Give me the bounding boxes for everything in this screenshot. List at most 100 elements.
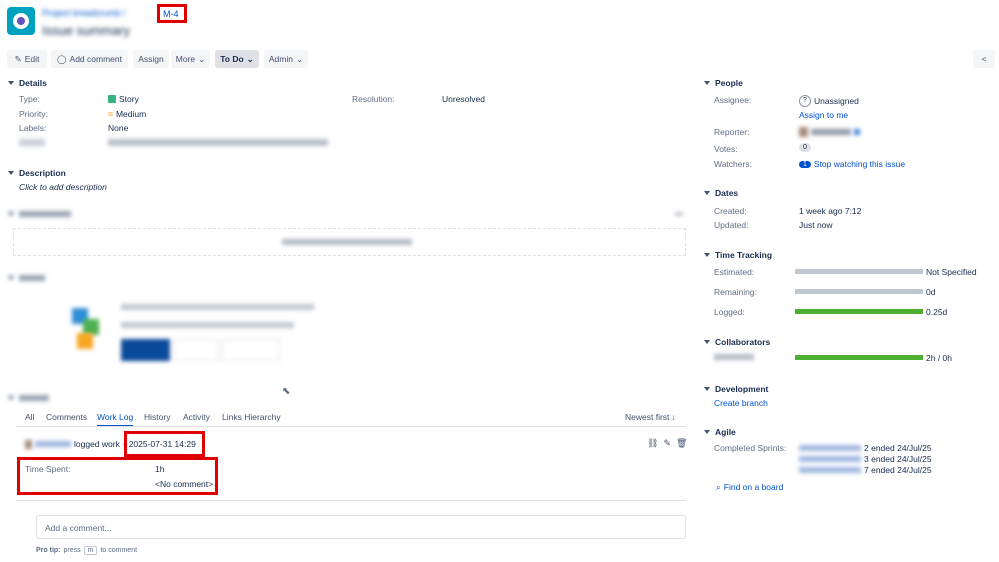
assignee-text: Unassigned	[814, 96, 859, 106]
activity-heading[interactable]	[8, 395, 49, 401]
sprint-item[interactable]: 3 ended 24/Jul/25	[799, 454, 932, 464]
user-avatar	[25, 439, 32, 449]
attachment-dropzone[interactable]	[13, 228, 686, 256]
time-tracking-heading[interactable]: Time Tracking	[704, 250, 772, 260]
tab-comments[interactable]: Comments	[46, 412, 87, 422]
dates-heading[interactable]: Dates	[704, 188, 738, 198]
assign-button[interactable]: Assign	[133, 50, 169, 68]
created-label: Created:	[714, 206, 747, 216]
log-time-button[interactable]	[121, 339, 170, 361]
labels-value[interactable]: None	[108, 123, 128, 133]
edit-icon[interactable]: ✎	[663, 438, 671, 449]
estimated-value: Not Specified	[926, 267, 977, 277]
status-todo-button[interactable]: To Do ⌄	[215, 50, 259, 68]
details-heading[interactable]: Details	[8, 78, 47, 88]
breadcrumb-project[interactable]: Project breadcrumb	[42, 8, 121, 18]
find-on-board-label: Find on a board	[723, 482, 784, 492]
description-placeholder[interactable]: Click to add description	[19, 182, 107, 192]
watchers-count: 1	[799, 160, 811, 168]
development-heading[interactable]: Development	[704, 384, 768, 394]
more-label: More	[175, 54, 196, 64]
project-avatar[interactable]	[7, 7, 35, 35]
agile-heading-label: Agile	[715, 427, 736, 437]
stop-watching-link[interactable]: Stop watching this issue	[814, 159, 905, 169]
sprint-item[interactable]: 7 ended 24/Jul/25	[799, 465, 932, 475]
issue-summary[interactable]: Issue summary	[42, 23, 130, 38]
resolution-label: Resolution:	[352, 94, 395, 104]
collapse-icon	[704, 253, 710, 257]
type-text: Story	[119, 94, 139, 104]
more-button[interactable]: More ⌄	[171, 50, 210, 68]
details-heading-label: Details	[19, 78, 47, 88]
add-comment-button[interactable]: ◯ Add comment	[51, 50, 128, 68]
plan-time-button[interactable]	[173, 339, 219, 361]
find-on-board-link[interactable]: ⌕ Find on a board	[716, 482, 783, 493]
sprint-ended: 7 ended 24/Jul/25	[864, 465, 932, 475]
share-button[interactable]: <	[973, 50, 995, 68]
protip-rest: to comment	[100, 547, 138, 554]
type-value: Story	[108, 94, 139, 104]
remaining-label: Remaining:	[714, 287, 757, 297]
tab-activity[interactable]: Activity	[183, 412, 210, 422]
assignee-label: Assignee:	[714, 95, 752, 105]
sprint-ended: 2 ended 24/Jul/25	[864, 443, 932, 453]
dates-heading-label: Dates	[715, 188, 739, 198]
collapse-icon	[704, 430, 710, 434]
sprint-name	[799, 445, 861, 451]
collapse-icon	[8, 276, 14, 280]
worklog-user[interactable]	[35, 441, 71, 447]
estimated-label: Estimated:	[714, 267, 755, 277]
attachments-heading[interactable]	[8, 211, 71, 217]
tab-work-log[interactable]: Work Log	[97, 412, 134, 427]
completed-sprints-label: Completed Sprints:	[714, 443, 787, 453]
priority-value: = Medium	[108, 109, 146, 119]
activity-heading-label	[19, 395, 49, 401]
pencil-icon: ✎	[14, 53, 22, 64]
agile-heading[interactable]: Agile	[704, 427, 736, 437]
timesection-heading[interactable]	[8, 275, 45, 281]
chevron-down-icon: ⌄	[246, 53, 254, 64]
description-heading[interactable]: Description	[8, 168, 66, 178]
link-icon[interactable]: ⛓	[647, 438, 658, 449]
votes-count[interactable]: 0	[799, 143, 811, 152]
reporter-label: Reporter:	[714, 127, 750, 137]
worklog-actions: ⛓ ✎ 🗑	[647, 438, 687, 449]
admin-button[interactable]: Admin ⌄	[264, 50, 308, 68]
description-heading-label: Description	[19, 168, 66, 178]
pro-tip: Pro tip: press m to comment	[36, 546, 137, 555]
people-heading[interactable]: People	[704, 78, 743, 88]
logged-work-text: logged work	[74, 439, 120, 449]
reporter-value[interactable]	[799, 127, 860, 137]
sprint-ended: 3 ended 24/Jul/25	[864, 454, 932, 464]
trash-icon[interactable]: 🗑	[676, 438, 687, 449]
attachments-options-icon[interactable]	[675, 213, 683, 215]
tab-links-hierarchy[interactable]: Links Hierarchy	[222, 412, 281, 422]
chevron-down-icon: ⌄	[198, 53, 206, 64]
tab-all[interactable]: All	[25, 412, 34, 422]
create-branch-link[interactable]: Create branch	[714, 398, 768, 408]
assign-to-me-link[interactable]: Assign to me	[799, 110, 848, 120]
highlight-time-spent	[17, 457, 218, 495]
votes-label: Votes:	[714, 144, 738, 154]
breadcrumb[interactable]: Project breadcrumb /	[42, 8, 160, 18]
time-line-1	[121, 304, 314, 310]
estimated-bar	[795, 269, 923, 274]
edit-button[interactable]: ✎ Edit	[7, 50, 47, 68]
tab-history[interactable]: History	[144, 412, 170, 422]
resolution-value: Unresolved	[442, 94, 485, 104]
collaborators-heading[interactable]: Collaborators	[704, 337, 770, 347]
highlight-issue-key	[157, 4, 187, 23]
add-comment-field[interactable]: Add a comment...	[36, 515, 686, 539]
sort-toggle[interactable]: Newest first ↓	[625, 412, 676, 422]
updated-value: Just now	[799, 220, 833, 230]
sprint-name	[799, 467, 861, 473]
priority-text: Medium	[115, 109, 147, 119]
remaining-value: 0d	[926, 287, 936, 297]
watchers-value[interactable]: 1 Stop watching this issue	[799, 159, 905, 169]
remaining-bar	[795, 289, 923, 294]
add-expense-button[interactable]	[222, 339, 280, 361]
reporter-badge	[854, 129, 860, 135]
sprint-item[interactable]: 2 ended 24/Jul/25	[799, 443, 932, 453]
story-icon	[108, 95, 116, 103]
collaborator-bar	[795, 355, 923, 360]
